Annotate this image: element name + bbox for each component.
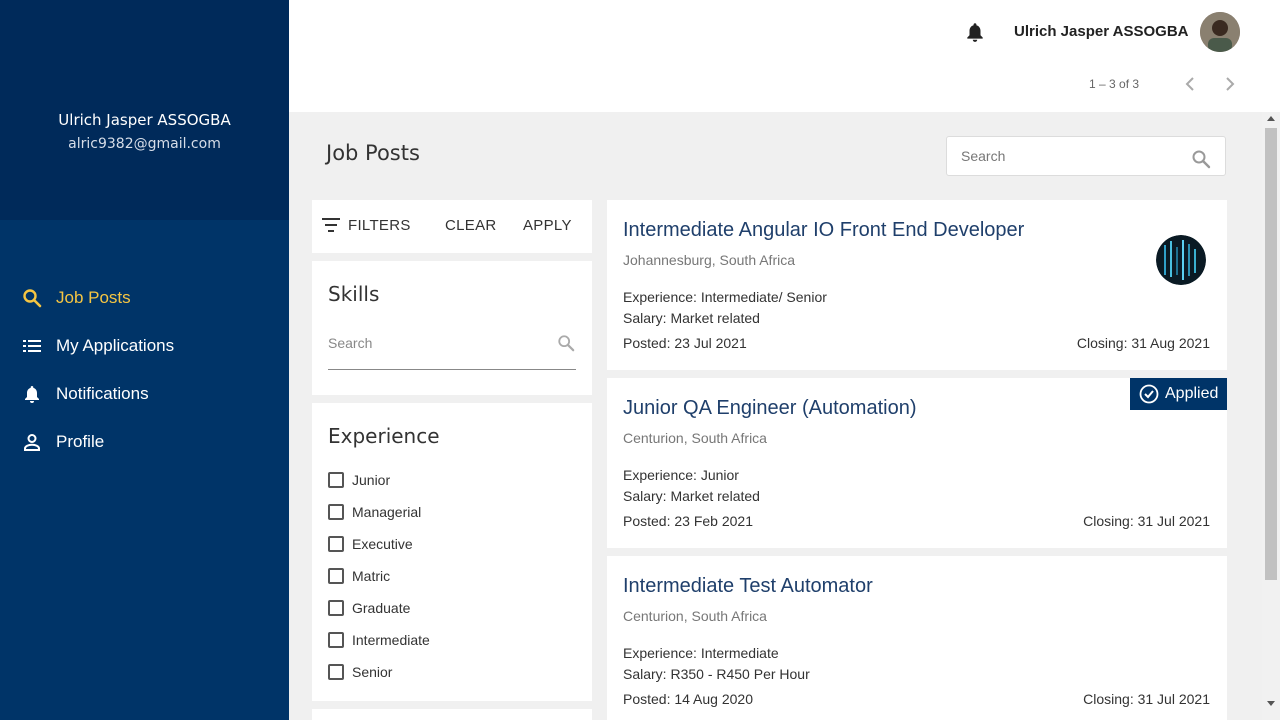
page-title: Job Posts	[326, 141, 420, 165]
search-icon[interactable]	[1191, 149, 1211, 169]
bell-icon	[22, 384, 42, 404]
scroll-down-arrow-icon[interactable]	[1267, 701, 1275, 706]
option-label: Executive	[352, 536, 413, 552]
search-icon	[557, 334, 575, 352]
top-user-name[interactable]: Ulrich Jasper ASSOGBA	[1014, 23, 1189, 40]
paginator-range: 1 – 3 of 3	[1089, 77, 1140, 91]
filter-card-partial	[312, 709, 592, 720]
avatar[interactable]	[1200, 12, 1240, 52]
job-location: Centurion, South Africa	[623, 608, 767, 624]
chevron-left-icon[interactable]	[1182, 74, 1198, 94]
apply-filters-button[interactable]: APPLY	[523, 217, 572, 234]
option-label: Graduate	[352, 600, 411, 616]
option-label: Junior	[352, 472, 391, 488]
sidebar-user-email: alric9382@gmail.com	[68, 136, 221, 152]
experience-option-senior[interactable]: Senior	[328, 656, 430, 688]
job-posted-date: Posted: 23 Feb 2021	[623, 513, 753, 529]
sidebar-item-label: Notifications	[56, 384, 149, 403]
job-location: Centurion, South Africa	[623, 430, 767, 446]
experience-option-managerial[interactable]: Managerial	[328, 496, 430, 528]
notification-bell-icon[interactable]	[964, 21, 986, 43]
job-closing-date: Closing: 31 Jul 2021	[1083, 513, 1210, 529]
clear-filters-button[interactable]: CLEAR	[445, 217, 497, 234]
job-salary: Salary: Market related	[623, 488, 760, 504]
option-label: Senior	[352, 664, 393, 680]
main-scrollbar[interactable]	[1262, 112, 1280, 720]
checkbox[interactable]	[328, 664, 344, 680]
sidebar-item-label: My Applications	[56, 336, 175, 355]
scroll-thumb[interactable]	[1265, 128, 1277, 580]
experience-options: Junior Managerial Executive Matric Gradu…	[328, 464, 430, 688]
sidebar-nav: Job Posts My Applications Notifications …	[0, 274, 289, 466]
chevron-right-icon[interactable]	[1222, 74, 1238, 94]
option-label: Managerial	[352, 504, 422, 520]
sidebar-item-profile[interactable]: Profile	[0, 418, 289, 466]
company-logo	[1156, 235, 1206, 285]
experience-option-intermediate[interactable]: Intermediate	[328, 624, 430, 656]
job-salary: Salary: Market related	[623, 310, 760, 326]
sidebar: Ulrich Jasper ASSOGBA alric9382@gmail.co…	[0, 0, 289, 720]
experience-option-matric[interactable]: Matric	[328, 560, 430, 592]
job-closing-date: Closing: 31 Jul 2021	[1083, 691, 1210, 707]
applied-badge: Applied	[1130, 378, 1227, 410]
checkbox[interactable]	[328, 632, 344, 648]
experience-option-junior[interactable]: Junior	[328, 464, 430, 496]
experience-option-executive[interactable]: Executive	[328, 528, 430, 560]
scroll-up-arrow-icon[interactable]	[1267, 116, 1275, 121]
skills-filter-card: Skills	[312, 261, 592, 395]
job-experience: Experience: Intermediate/ Senior	[623, 289, 827, 305]
sidebar-item-my-applications[interactable]: My Applications	[0, 322, 289, 370]
job-search-box[interactable]	[946, 136, 1226, 176]
top-bar: Ulrich Jasper ASSOGBA 1 – 3 of 3	[289, 0, 1280, 112]
filter-icon	[322, 218, 340, 232]
sidebar-item-label: Job Posts	[56, 288, 131, 307]
job-card[interactable]: Junior QA Engineer (Automation) Centurio…	[607, 378, 1227, 548]
person-icon	[22, 432, 42, 452]
sidebar-item-job-posts[interactable]: Job Posts	[0, 274, 289, 322]
sidebar-profile-header: Ulrich Jasper ASSOGBA alric9382@gmail.co…	[0, 0, 289, 220]
badge-label: Applied	[1165, 385, 1219, 402]
job-posted-date: Posted: 23 Jul 2021	[623, 335, 747, 351]
filters-label: FILTERS	[348, 217, 411, 234]
skills-search-field[interactable]	[328, 331, 576, 370]
sidebar-user-name: Ulrich Jasper ASSOGBA	[58, 111, 231, 129]
skills-search-input[interactable]	[328, 335, 528, 351]
job-closing-date: Closing: 31 Aug 2021	[1076, 335, 1210, 351]
experience-option-graduate[interactable]: Graduate	[328, 592, 430, 624]
job-experience: Experience: Junior	[623, 467, 739, 483]
checkbox[interactable]	[328, 536, 344, 552]
job-title[interactable]: Junior QA Engineer (Automation)	[623, 397, 917, 420]
sidebar-item-notifications[interactable]: Notifications	[0, 370, 289, 418]
job-title[interactable]: Intermediate Angular IO Front End Develo…	[623, 219, 1024, 242]
option-label: Matric	[352, 568, 391, 584]
experience-heading: Experience	[328, 424, 440, 448]
checkbox[interactable]	[328, 568, 344, 584]
skills-heading: Skills	[328, 282, 380, 306]
checkbox[interactable]	[328, 600, 344, 616]
option-label: Intermediate	[352, 632, 430, 648]
checkbox[interactable]	[328, 472, 344, 488]
job-experience: Experience: Intermediate	[623, 645, 779, 661]
job-salary: Salary: R350 - R450 Per Hour	[623, 666, 810, 682]
job-posted-date: Posted: 14 Aug 2020	[623, 691, 753, 707]
filter-bar: FILTERS CLEAR APPLY	[312, 200, 592, 253]
sidebar-item-label: Profile	[56, 432, 105, 451]
job-location: Johannesburg, South Africa	[623, 252, 796, 268]
check-circle-icon	[1139, 384, 1159, 404]
experience-filter-card: Experience Junior Managerial Executive M…	[312, 403, 592, 701]
list-icon	[22, 336, 42, 356]
job-search-input[interactable]	[961, 148, 1181, 164]
job-card[interactable]: Intermediate Angular IO Front End Develo…	[607, 200, 1227, 370]
checkbox[interactable]	[328, 504, 344, 520]
job-title[interactable]: Intermediate Test Automator	[623, 575, 873, 598]
job-card[interactable]: Intermediate Test Automator Centurion, S…	[607, 556, 1227, 720]
search-icon	[22, 288, 42, 308]
